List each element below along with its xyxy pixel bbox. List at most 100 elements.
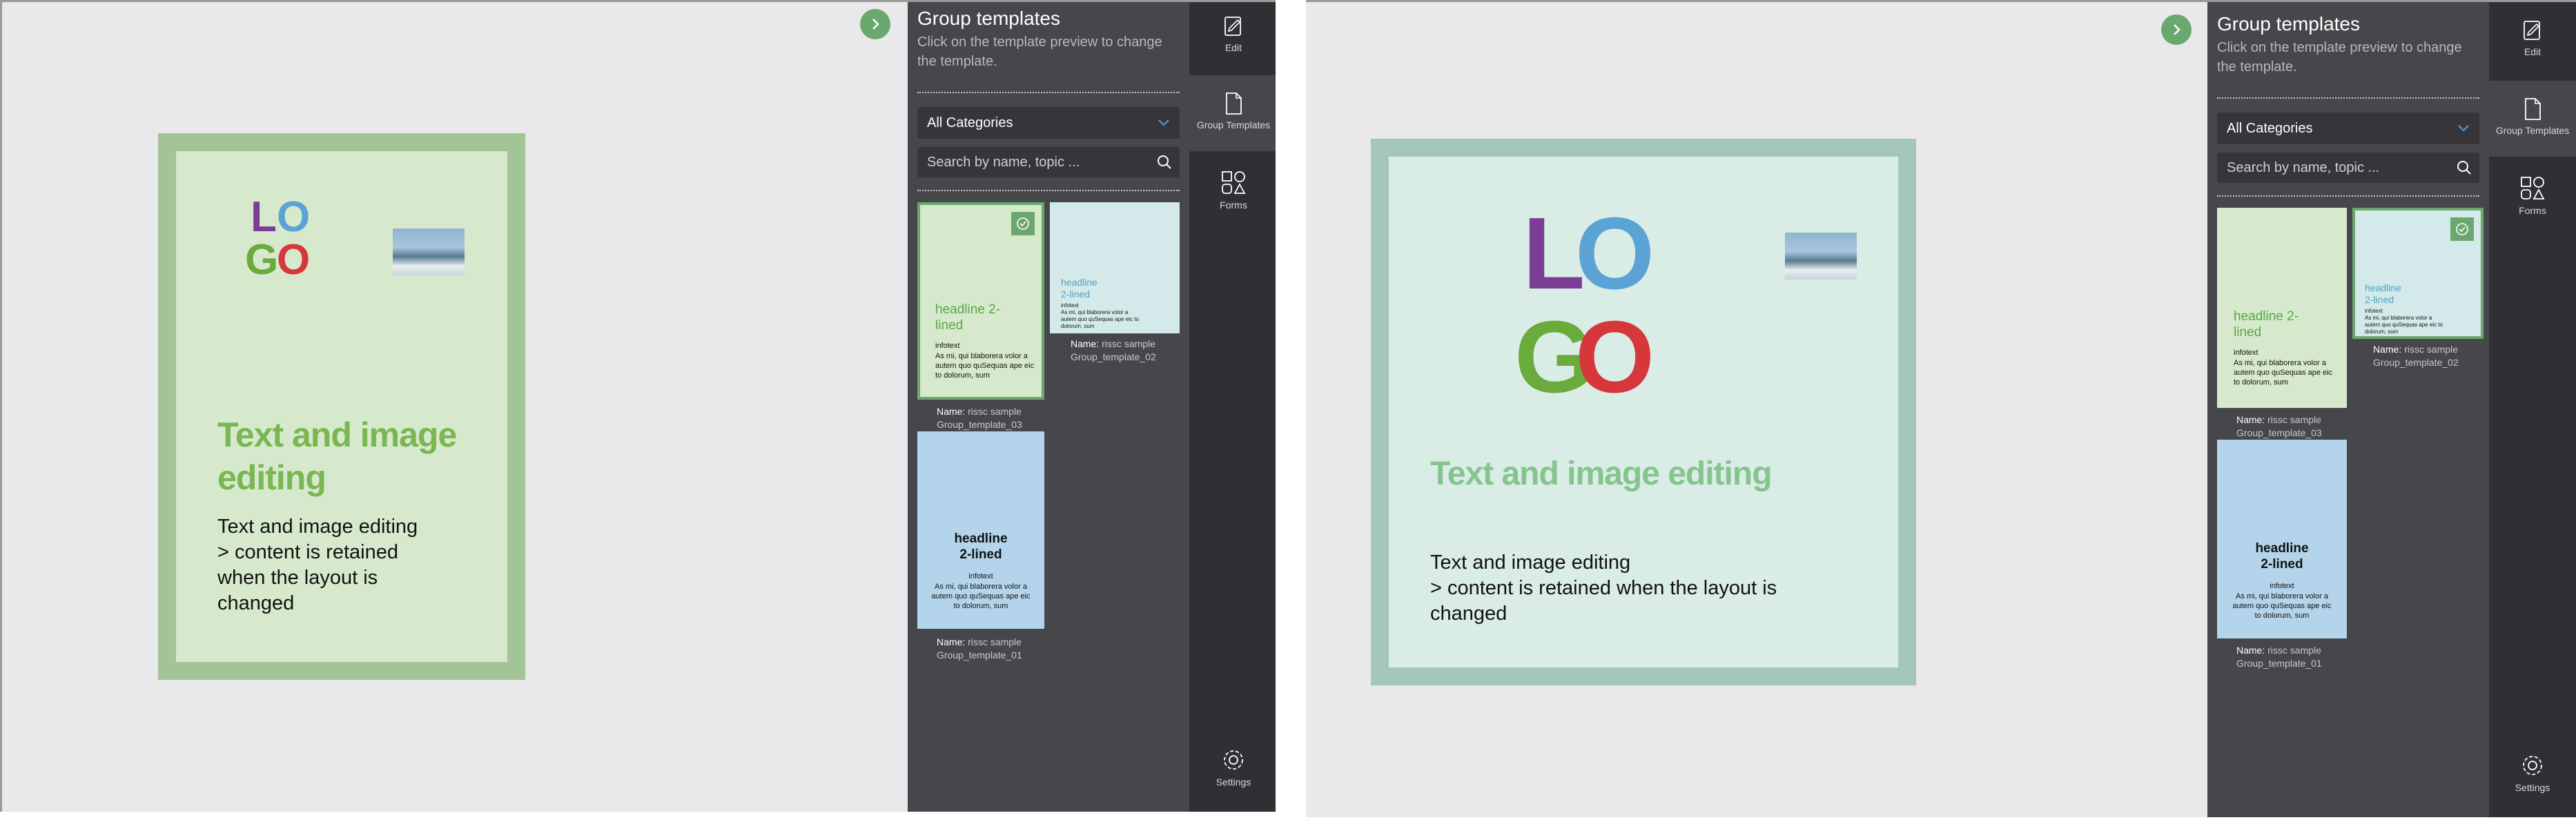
- template-body: As mi, qui blaborera volor a autem quo q…: [931, 583, 1031, 610]
- shapes-icon: [1222, 171, 1246, 194]
- search-field[interactable]: [917, 147, 1180, 177]
- template-card-01[interactable]: headline 2-lined infotext As mi, qui bla…: [2217, 440, 2347, 638]
- icon-rail: Edit Group Templates Forms Settings: [2489, 2, 2576, 817]
- template-infotext: infotext: [935, 342, 960, 350]
- template-body: As mi, qui blaborera volor a autem quo q…: [2365, 315, 2443, 335]
- rail-settings[interactable]: Settings: [1189, 748, 1276, 810]
- document-heading[interactable]: Text and image editing: [217, 413, 466, 499]
- rail-group-templates[interactable]: Group Templates: [1189, 75, 1276, 151]
- search-icon: [1158, 155, 1171, 169]
- template-name-02: Name: rissc sample Group_template_02: [2373, 343, 2459, 369]
- template-card-02[interactable]: headline 2-lined infotext As mi, qui bla…: [1050, 202, 1180, 333]
- search-field[interactable]: [2217, 153, 2479, 183]
- chevron-right-icon: [872, 19, 879, 30]
- template-headline: headline 2-lined: [2365, 282, 2401, 305]
- category-select[interactable]: All Categories: [2217, 113, 2479, 144]
- rail-edit[interactable]: Edit: [1189, 2, 1276, 71]
- document-preview: L O G O Text and image editing Text and …: [158, 133, 525, 680]
- document-preview: L O G O Text and image editing Text and …: [1371, 139, 1916, 685]
- chevron-down-icon: [1158, 119, 1169, 126]
- template-name-03: Name: rissc sample Group_template_03: [2236, 413, 2322, 440]
- check-badge: [2450, 217, 2474, 241]
- chevron-right-icon: [2174, 24, 2180, 35]
- document-icon: [1226, 92, 1242, 115]
- icon-rail: Edit Group Templates Forms Settings: [1189, 2, 1276, 812]
- expand-panel-button[interactable]: [2161, 14, 2192, 45]
- edit-icon: [2524, 21, 2540, 40]
- document-body[interactable]: Text and image editing > content is reta…: [217, 514, 445, 616]
- template-body: As mi, qui blaborera volor a autem quo q…: [1061, 309, 1139, 329]
- search-icon: [2457, 161, 2471, 175]
- document-page: L O G O Text and image editing Text and …: [1389, 157, 1898, 667]
- template-sidebar: Group templates Click on the template pr…: [2207, 2, 2489, 817]
- document-image[interactable]: [1785, 233, 1857, 280]
- logo-letter-o: O: [277, 193, 311, 241]
- rail-settings-label: Settings: [1216, 777, 1251, 788]
- rail-forms[interactable]: Forms: [2489, 164, 2576, 240]
- template-sidebar: Group templates Click on the template pr…: [908, 2, 1189, 812]
- template-name-prefix: rissc sample: [968, 406, 1022, 417]
- sidebar-subtitle: Click on the template preview to change …: [2217, 40, 2462, 75]
- template-body: As mi, qui blaborera volor a autem quo q…: [2232, 592, 2332, 620]
- template-name-value: Group_template_02: [2373, 357, 2459, 368]
- shapes-icon: [2521, 177, 2545, 199]
- divider: [2217, 97, 2479, 99]
- template-name-value: Group_template_01: [937, 650, 1022, 661]
- workspace-left: L O G O Text and image editing Text and …: [0, 0, 1276, 812]
- rail-group-templates[interactable]: Group Templates: [2489, 81, 2576, 157]
- logo-letter-o: O: [1575, 197, 1655, 311]
- template-name-value: Group_template_01: [2236, 658, 2322, 669]
- rail-edit-label: Edit: [2524, 46, 2541, 57]
- document-body[interactable]: Text and image editing > content is reta…: [1430, 550, 1844, 627]
- rail-group-templates-label: Group Templates: [1196, 119, 1271, 130]
- template-card-02[interactable]: headline 2-lined infotext As mi, qui bla…: [2352, 208, 2484, 339]
- template-body: As mi, qui blaborera volor a autem quo q…: [935, 352, 1035, 380]
- rail-forms-label: Forms: [1220, 199, 1247, 211]
- rail-settings[interactable]: Settings: [2489, 753, 2576, 815]
- template-headline: headline 2-lined: [2255, 541, 2309, 572]
- template-name-prefix: rissc sample: [1102, 338, 1155, 349]
- gear-icon: [2523, 756, 2542, 775]
- logo-letter-g: G: [245, 236, 279, 284]
- template-name-01: Name: rissc sample Group_template_01: [2236, 644, 2322, 670]
- name-label: Name:: [937, 406, 966, 417]
- document-body-line2: > content is retained when the layout is…: [1430, 577, 1777, 625]
- document-heading[interactable]: Text and image editing: [1430, 453, 1872, 495]
- template-headline: headline 2-lined: [954, 531, 1008, 562]
- template-card-03[interactable]: headline 2-lined infotext As mi, qui bla…: [917, 202, 1044, 400]
- workspace-right: L O G O Text and image editing Text and …: [1306, 0, 2576, 817]
- template-headline: headline 2-lined: [2234, 309, 2299, 340]
- name-label: Name:: [2236, 645, 2265, 656]
- divider: [917, 92, 1180, 93]
- expand-panel-button[interactable]: [860, 9, 890, 39]
- rail-group-templates-label: Group Templates: [2495, 125, 2570, 136]
- rail-edit[interactable]: Edit: [2489, 2, 2576, 77]
- name-label: Name:: [2236, 414, 2265, 425]
- document-icon: [2525, 98, 2541, 120]
- document-body-line1: Text and image editing: [1430, 551, 1631, 574]
- rail-forms-label: Forms: [2519, 205, 2546, 216]
- template-infotext: infotext: [1061, 302, 1079, 309]
- template-name-prefix: rissc sample: [2404, 344, 2458, 355]
- template-infotext: infotext: [2270, 582, 2294, 590]
- search-input[interactable]: [2217, 153, 2479, 183]
- template-card-01[interactable]: headline 2-lined infotext As mi, qui bla…: [917, 431, 1044, 629]
- template-headline: headline 2-lined: [935, 302, 1001, 333]
- chevron-down-icon: [2458, 125, 2469, 132]
- template-name-value: Group_template_03: [2236, 427, 2322, 438]
- template-name-03: Name: rissc sample Group_template_03: [937, 405, 1022, 431]
- category-select[interactable]: All Categories: [917, 107, 1180, 139]
- search-input[interactable]: [917, 147, 1180, 177]
- logo: L O G O: [1514, 195, 1655, 414]
- document-page: L O G O Text and image editing Text and …: [176, 151, 507, 662]
- divider: [917, 190, 1180, 191]
- template-name-value: Group_template_02: [1071, 351, 1156, 362]
- rail-forms[interactable]: Forms: [1189, 158, 1276, 234]
- template-card-03[interactable]: headline 2-lined infotext As mi, qui bla…: [2217, 208, 2347, 408]
- edit-icon: [1224, 17, 1241, 36]
- logo-letter-l: L: [251, 193, 277, 241]
- template-name-01: Name: rissc sample Group_template_01: [937, 636, 1022, 662]
- document-image[interactable]: [393, 228, 465, 275]
- category-select-value: All Categories: [927, 115, 1013, 130]
- template-infotext: infotext: [2234, 349, 2258, 357]
